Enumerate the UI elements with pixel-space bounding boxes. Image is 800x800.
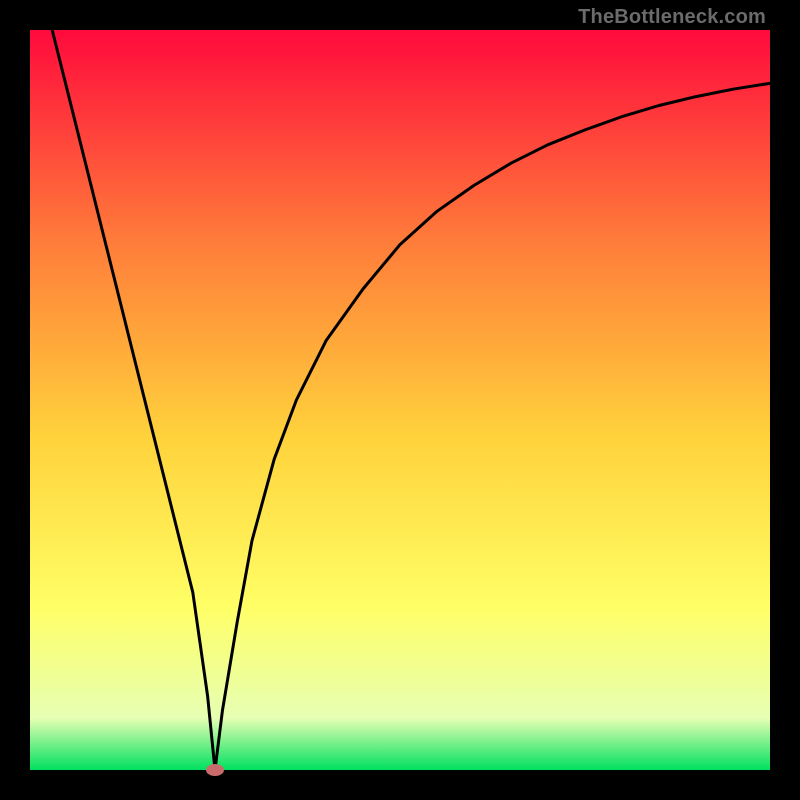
watermark-text: TheBottleneck.com	[578, 6, 766, 29]
chart-frame	[30, 30, 770, 770]
marker-dot	[206, 764, 224, 776]
bottleneck-curve	[30, 30, 770, 770]
